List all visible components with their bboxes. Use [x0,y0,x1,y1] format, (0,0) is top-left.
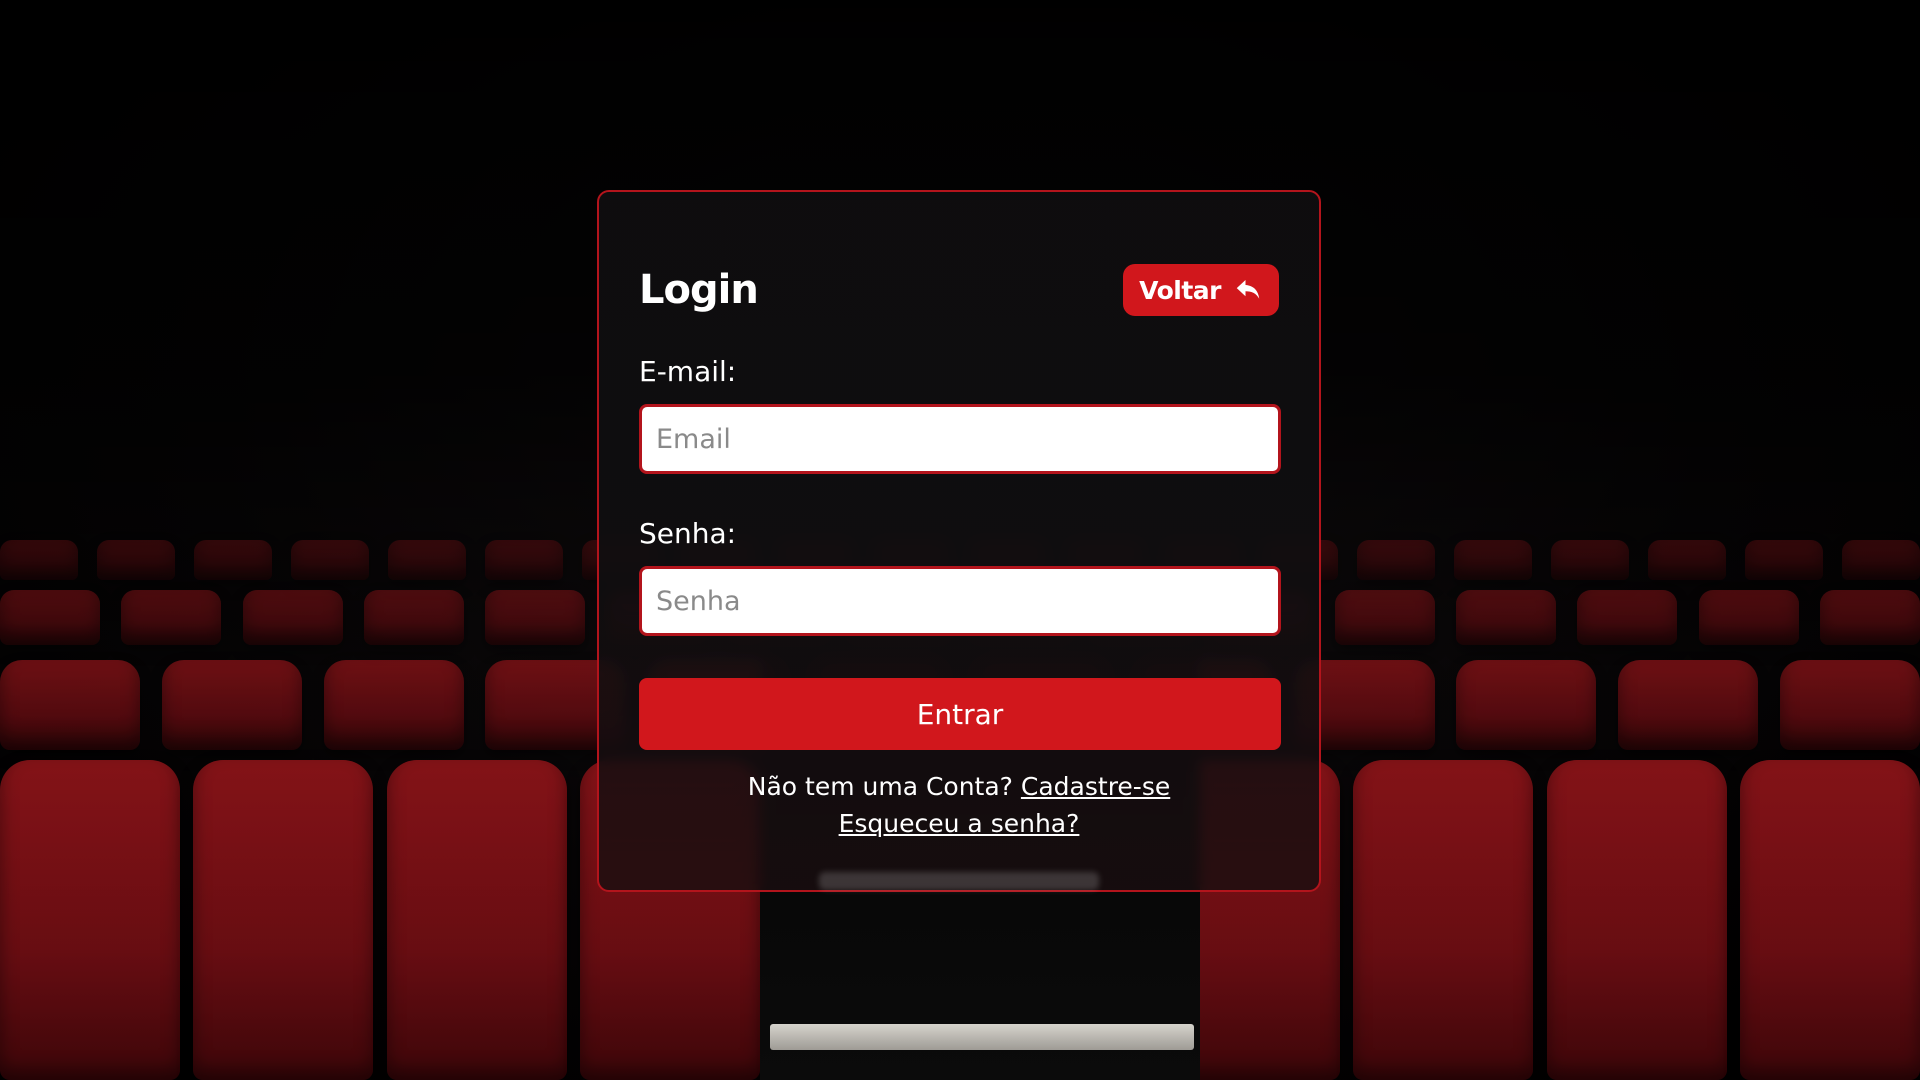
signup-link[interactable]: Cadastre-se [1021,772,1170,801]
seat [1647,540,1726,580]
email-input[interactable] [639,404,1281,474]
seat [1456,660,1597,750]
email-label: E-mail: [639,355,737,388]
seat [0,660,140,750]
seat [242,590,343,645]
seat [363,590,464,645]
seat [290,540,369,580]
login-card: Login Voltar E-mail: Senha: Entrar Não t… [597,190,1321,892]
login-title: Login [639,267,759,313]
seat [1819,590,1920,645]
seat [96,540,175,580]
seat [386,760,567,1080]
seat [161,660,302,750]
page-background: Login Voltar E-mail: Senha: Entrar Não t… [0,0,1920,1080]
seat [1577,590,1678,645]
signup-prompt: Não tem uma Conta? Cadastre-se [599,772,1319,801]
back-button-label: Voltar [1139,275,1221,305]
seat [0,760,180,1080]
seat [0,540,78,580]
password-input[interactable] [639,566,1281,636]
login-header: Login Voltar [639,264,1279,316]
seat [1353,760,1534,1080]
back-button[interactable]: Voltar [1123,264,1279,316]
seat [1618,660,1759,750]
undo-arrow-icon [1236,280,1260,299]
password-label: Senha: [639,517,737,550]
seat [484,540,563,580]
seat [1357,540,1436,580]
seat [1779,660,1920,750]
aisle-step [770,1024,1194,1050]
seat [1454,540,1533,580]
seat [193,540,272,580]
seat [1334,590,1435,645]
seat [1551,540,1629,580]
seat [1744,540,1823,580]
forgot-password-link[interactable]: Esqueceu a senha? [839,809,1080,838]
seat [387,540,466,580]
seat [121,590,222,645]
seat [1546,760,1727,1080]
seat [323,660,464,750]
signup-prompt-text: Não tem uma Conta? [747,772,1013,801]
login-submit-button[interactable]: Entrar [639,678,1281,750]
seat [0,590,100,645]
background-light-strip [819,872,1099,890]
forgot-password-row: Esqueceu a senha? [599,809,1319,838]
seat [1455,590,1556,645]
seat [1841,540,1920,580]
seat [485,590,586,645]
seat [193,760,374,1080]
seat [1698,590,1799,645]
seat [1739,760,1920,1080]
